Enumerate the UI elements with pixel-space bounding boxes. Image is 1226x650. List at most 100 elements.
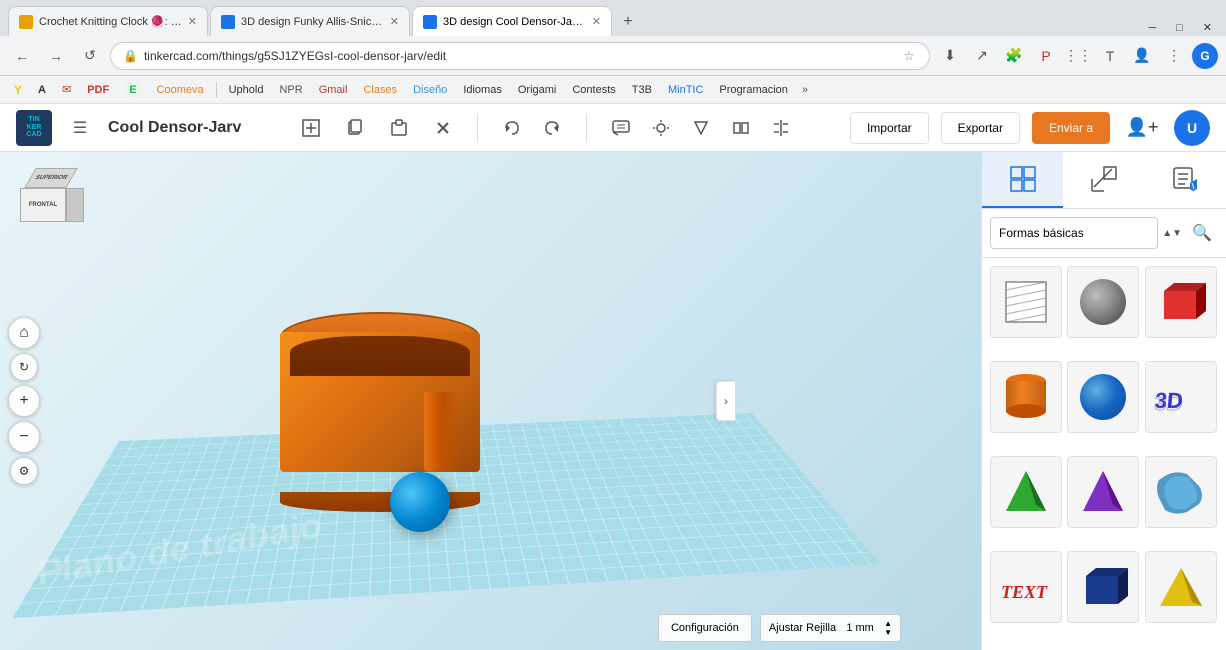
nav-cube[interactable]: SUPERIOR FRONTAL [16, 168, 86, 238]
tab-crochet[interactable]: Crochet Knitting Clock 🧶: 33 S... ✕ [8, 6, 208, 36]
bookmark-pdf[interactable]: PDF [81, 82, 115, 98]
panel-tab-notes[interactable] [1145, 152, 1226, 208]
viewport[interactable]: SUPERIOR FRONTAL ⌂ ↻ + − ⚙ [0, 152, 981, 650]
bookmark-t3b[interactable]: T3B [626, 82, 658, 98]
pinterest-icon[interactable]: P [1032, 42, 1060, 70]
bookmark-origami[interactable]: Origami [512, 82, 563, 98]
new-design-button[interactable] [293, 110, 329, 146]
shape-green-pyramid[interactable] [990, 456, 1062, 528]
download-icon[interactable]: ⬇ [936, 42, 964, 70]
more-icon[interactable]: ⋮ [1160, 42, 1188, 70]
configuracion-button[interactable]: Configuración [658, 614, 752, 642]
share-icon[interactable]: ↗ [968, 42, 996, 70]
tab-close-cool[interactable]: ✕ [592, 15, 601, 28]
home-button[interactable]: ⌂ [8, 317, 40, 349]
shapes-search-button[interactable]: 🔍 [1186, 217, 1218, 249]
grid-value-input[interactable] [840, 622, 880, 634]
origami-label: Origami [518, 84, 557, 96]
close-button[interactable]: ✕ [1197, 19, 1218, 36]
enviar-button[interactable]: Enviar a [1032, 112, 1110, 144]
uphold-label: Uphold [229, 84, 264, 96]
light-tool[interactable] [643, 110, 679, 146]
bookmark-contests[interactable]: Contests [566, 82, 621, 98]
tab-cool[interactable]: 3D design Cool Densor-Jar | Tin... ✕ [412, 6, 612, 36]
comment-tool[interactable] [603, 110, 639, 146]
shape-dark-blue-box[interactable] [1067, 551, 1139, 623]
delete-button[interactable] [425, 110, 461, 146]
grid-down-button[interactable]: ▼ [884, 629, 892, 637]
add-person-button[interactable]: 👤+ [1122, 108, 1162, 148]
bookmark-gmail-text[interactable]: Gmail [313, 82, 354, 98]
bookmark-diseno[interactable]: Diseño [407, 82, 453, 98]
address-icons: ☆ [901, 48, 917, 64]
paste-button[interactable] [381, 110, 417, 146]
shapes-category-select[interactable]: Formas básicas [990, 217, 1158, 249]
redo-button[interactable] [534, 110, 570, 146]
bookmark-y[interactable]: Y [8, 81, 28, 99]
category-chevron[interactable]: ▲▼ [1162, 228, 1182, 239]
bookmarks-bar: Y A ✉ PDF E Coomeva Uphold NPR Gmail Cla… [0, 76, 1226, 104]
back-button[interactable]: ← [8, 42, 36, 70]
view-settings-button[interactable]: ⚙ [10, 457, 38, 485]
reload-button[interactable]: ↺ [76, 42, 104, 70]
shape-red-box[interactable] [1145, 266, 1217, 338]
star-icon[interactable]: ☆ [901, 48, 917, 64]
importar-button[interactable]: Importar [850, 112, 929, 144]
group-tool[interactable] [763, 110, 799, 146]
shape-blue-abstract[interactable] [1145, 456, 1217, 528]
tab-funky[interactable]: 3D design Funky Allis-Snicket | T... ✕ [210, 6, 410, 36]
shape-striped-box[interactable] [990, 266, 1062, 338]
bookmark-a-label: A [38, 84, 46, 96]
zoom-in-button[interactable]: + [8, 385, 40, 417]
maximize-button[interactable]: □ [1170, 20, 1189, 36]
undo-button[interactable] [494, 110, 530, 146]
orbit-button[interactable]: ↻ [10, 353, 38, 381]
mirror-tool[interactable] [723, 110, 759, 146]
forward-button[interactable]: → [42, 42, 70, 70]
cube-top-face: SUPERIOR [24, 168, 78, 188]
bookmark-clases[interactable]: Clases [357, 82, 403, 98]
bookmark-mintic[interactable]: MinTIC [662, 82, 709, 98]
address-bar[interactable]: 🔒 tinkercad.com/things/g5SJ1ZYEGsI-cool-… [110, 42, 930, 70]
panel-toggle-button[interactable]: › [716, 381, 736, 421]
shape-gray-sphere[interactable] [1067, 266, 1139, 338]
bookmark-coomeva[interactable]: Coomeva [151, 82, 210, 98]
bookmark-a[interactable]: A [32, 82, 52, 98]
panel-tab-grid[interactable] [982, 152, 1063, 208]
shape-orange-cylinder[interactable] [990, 361, 1062, 433]
translate-icon[interactable]: T [1096, 42, 1124, 70]
zoom-out-button[interactable]: − [8, 421, 40, 453]
bookmark-e[interactable]: E [119, 81, 146, 99]
user-avatar[interactable]: U [1174, 110, 1210, 146]
align-tool[interactable] [683, 110, 719, 146]
exportar-button[interactable]: Exportar [941, 112, 1020, 144]
profile-avatar[interactable]: G [1192, 43, 1218, 69]
zoom-controls: ⌂ ↻ + − ⚙ [8, 317, 40, 485]
bookmark-idiomas[interactable]: Idiomas [457, 82, 508, 98]
extensions-icon[interactable]: 🧩 [1000, 42, 1028, 70]
tinkercad-logo[interactable]: TINKERCAD [16, 110, 52, 146]
shape-yellow-pyramid[interactable] [1145, 551, 1217, 623]
shape-3d-text[interactable]: 3D 3D [1145, 361, 1217, 433]
panel-tab-measure[interactable] [1063, 152, 1144, 208]
minimize-button[interactable]: ─ [1142, 20, 1162, 36]
grid-up-button[interactable]: ▲ [884, 620, 892, 628]
hamburger-button[interactable]: ☰ [64, 112, 96, 144]
tab-close-funky[interactable]: ✕ [390, 15, 399, 28]
user-icon[interactable]: 👤 [1128, 42, 1156, 70]
bookmark-gmail-icon[interactable]: ✉ [56, 81, 77, 98]
apps-icon[interactable]: ⋮⋮ [1064, 42, 1092, 70]
panel-tabs [982, 152, 1226, 209]
bookmark-npr[interactable]: NPR [273, 82, 308, 98]
shape-purple-pyramid[interactable] [1067, 456, 1139, 528]
bookmarks-more[interactable]: » [798, 82, 812, 98]
bookmark-uphold[interactable]: Uphold [223, 82, 270, 98]
new-tab-button[interactable]: + [614, 8, 642, 36]
copy-button[interactable] [337, 110, 373, 146]
shape-blue-sphere[interactable] [1067, 361, 1139, 433]
tab-close-crochet[interactable]: ✕ [188, 15, 197, 28]
grid-stepper: ▲ ▼ [884, 620, 892, 637]
shape-red-text[interactable]: TEXT [990, 551, 1062, 623]
bookmark-programacion[interactable]: Programacion [713, 82, 793, 98]
programacion-label: Programacion [719, 84, 787, 96]
